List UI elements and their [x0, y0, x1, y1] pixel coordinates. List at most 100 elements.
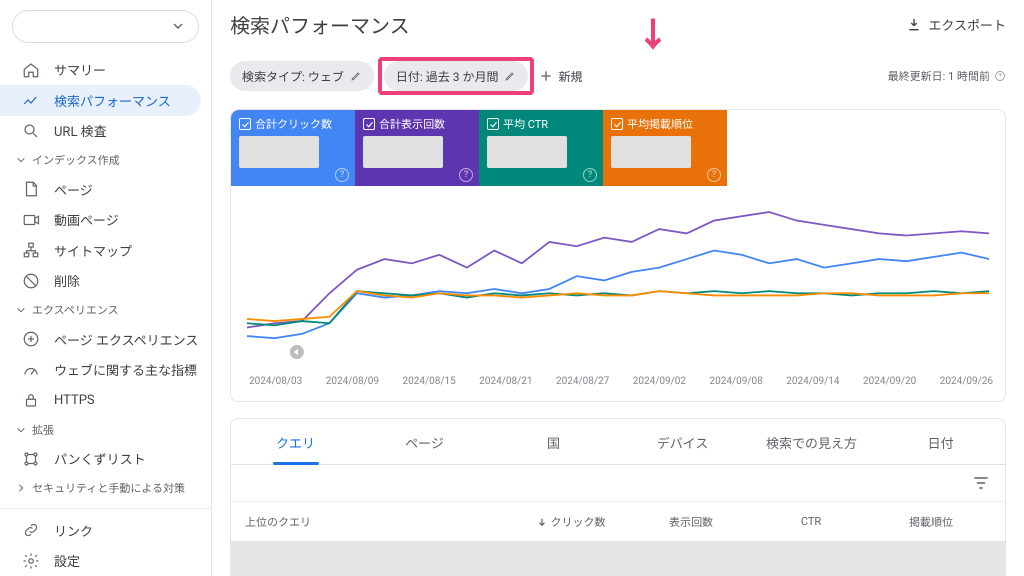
metric-value-redacted: [239, 136, 319, 168]
sidebar-item-settings[interactable]: 設定: [0, 546, 201, 576]
x-tick: 2024/09/08: [710, 376, 763, 387]
caret-right-icon: [16, 483, 26, 493]
pencil-icon: [504, 70, 516, 82]
link-icon: [22, 521, 40, 539]
metric-position[interactable]: 平均掲載順位?: [603, 110, 727, 186]
last-updated: 最終更新日: 1 時間前: [888, 68, 1006, 84]
metric-impressions[interactable]: 合計表示回数?: [355, 110, 479, 186]
checkbox-icon: [239, 118, 251, 130]
caret-down-icon: [172, 20, 184, 32]
sidebar-item-video-pages[interactable]: 動画ページ: [0, 205, 201, 236]
speed-icon: [22, 361, 40, 379]
search-icon: [22, 122, 40, 140]
x-tick: 2024/08/09: [326, 376, 379, 387]
x-tick: 2024/09/02: [633, 376, 686, 387]
x-tick: 2024/08/27: [556, 376, 609, 387]
help-icon[interactable]: [994, 70, 1006, 82]
breakdown-tabs: クエリページ国デバイス検索での見え方日付: [231, 419, 1005, 465]
x-axis-labels: 2024/08/03 2024/08/09 2024/08/15 2024/08/21…: [239, 374, 997, 393]
sidebar-item-url-inspect[interactable]: URL 検査: [0, 116, 201, 147]
filter-chip-date[interactable]: 日付: 過去 3 か月間: [384, 61, 529, 91]
th-query: 上位のクエリ: [245, 514, 511, 530]
filter-chip-search-type[interactable]: 検索タイプ: ウェブ: [230, 61, 374, 91]
line-chart: 2024/08/03 2024/08/09 2024/08/15 2024/08/21…: [231, 186, 1005, 401]
x-tick: 2024/09/26: [940, 376, 993, 387]
sidebar-item-web-vitals[interactable]: ウェブに関する主な指標: [0, 355, 201, 386]
sitemap-icon: [22, 241, 40, 259]
breakdown-card: クエリページ国デバイス検索での見え方日付 上位のクエリ クリック数 表示回数 C…: [230, 418, 1006, 576]
section-heading-experience[interactable]: エクスペリエンス: [0, 296, 211, 324]
pencil-icon: [350, 70, 362, 82]
x-tick: 2024/09/14: [786, 376, 839, 387]
help-icon[interactable]: ?: [707, 168, 721, 182]
add-filter-button[interactable]: 新規: [538, 68, 582, 85]
plus-icon: [538, 68, 554, 84]
th-clicks[interactable]: クリック数: [511, 514, 631, 530]
sidebar-item-performance[interactable]: 検索パフォーマンス: [0, 85, 201, 116]
metric-clicks[interactable]: 合計クリック数?: [231, 110, 355, 186]
plus-circle-icon: [22, 330, 40, 348]
th-impressions[interactable]: 表示回数: [631, 514, 751, 530]
page-icon: [22, 180, 40, 198]
breadcrumb-icon: [22, 450, 40, 468]
lock-icon: [22, 391, 40, 409]
th-position[interactable]: 掲載順位: [871, 514, 991, 530]
table-rows-redacted: [231, 541, 1005, 576]
sidebar-item-label: サマリー: [54, 60, 106, 79]
download-icon: [906, 17, 922, 33]
filters-row: ↓ 検索タイプ: ウェブ 日付: 過去 3 か月間 新規 最終更新日: 1 時間…: [230, 61, 1006, 91]
section-heading-security[interactable]: セキュリティと手動による対策: [0, 474, 211, 502]
table-header: 上位のクエリ クリック数 表示回数 CTR 掲載順位: [231, 501, 1005, 541]
x-tick: 2024/08/03: [249, 376, 302, 387]
sidebar-item-removals[interactable]: 削除: [0, 266, 201, 297]
sidebar-item-page-experience[interactable]: ページ エクスペリエンス: [0, 324, 201, 355]
section-heading-index[interactable]: インデックス作成: [0, 146, 211, 174]
main-content: 検索パフォーマンス エクスポート ↓ 検索タイプ: ウェブ 日付: 過去 3 か…: [212, 0, 1024, 576]
help-icon[interactable]: ?: [459, 168, 473, 182]
home-icon: [22, 61, 40, 79]
performance-card: 合計クリック数? 合計表示回数? 平均 CTR? 平均掲載順位? 2024/08…: [230, 109, 1006, 402]
tab-0[interactable]: クエリ: [231, 419, 360, 464]
export-button[interactable]: エクスポート: [906, 15, 1006, 34]
tab-3[interactable]: デバイス: [618, 419, 747, 464]
sidebar-item-pages[interactable]: ページ: [0, 174, 201, 205]
x-tick: 2024/09/20: [863, 376, 916, 387]
page-title: 検索パフォーマンス: [230, 10, 410, 39]
video-icon: [22, 211, 40, 229]
help-icon[interactable]: ?: [583, 168, 597, 182]
remove-icon: [22, 272, 40, 290]
sort-down-icon: [537, 517, 547, 527]
section-heading-enh[interactable]: 拡張: [0, 416, 211, 444]
help-icon[interactable]: ?: [335, 168, 349, 182]
tab-1[interactable]: ページ: [360, 419, 489, 464]
annotation-arrow-icon: ↓: [636, 19, 670, 53]
metric-value-redacted: [363, 136, 443, 168]
sidebar-item-links[interactable]: リンク: [0, 515, 201, 546]
tab-4[interactable]: 検索での見え方: [747, 419, 876, 464]
sidebar-item-summary[interactable]: サマリー: [0, 55, 201, 86]
th-ctr[interactable]: CTR: [751, 515, 871, 528]
sidebar: サマリー 検索パフォーマンス URL 検査 インデックス作成 ページ 動画ページ…: [0, 0, 212, 576]
gear-icon: [22, 552, 40, 570]
checkbox-icon: [487, 118, 499, 130]
x-tick: 2024/08/15: [403, 376, 456, 387]
x-tick: 2024/08/21: [479, 376, 532, 387]
property-select[interactable]: [12, 10, 199, 43]
tab-5[interactable]: 日付: [876, 419, 1005, 464]
filter-icon[interactable]: [971, 473, 991, 493]
sidebar-item-label: 検索パフォーマンス: [54, 91, 171, 110]
metric-boxes: 合計クリック数? 合計表示回数? 平均 CTR? 平均掲載順位?: [231, 110, 1005, 186]
caret-down-icon: [16, 425, 26, 435]
checkbox-icon: [363, 118, 375, 130]
sidebar-item-sitemap[interactable]: サイトマップ: [0, 235, 201, 266]
trend-icon: [22, 91, 40, 109]
sidebar-item-label: URL 検査: [54, 121, 107, 140]
tab-2[interactable]: 国: [489, 419, 618, 464]
sidebar-item-breadcrumbs[interactable]: パンくずリスト: [0, 444, 201, 475]
checkbox-icon: [611, 118, 623, 130]
metric-ctr[interactable]: 平均 CTR?: [479, 110, 603, 186]
metric-value-redacted: [611, 136, 691, 168]
caret-down-icon: [16, 155, 26, 165]
sidebar-item-https[interactable]: HTTPS: [0, 385, 201, 416]
caret-down-icon: [16, 305, 26, 315]
